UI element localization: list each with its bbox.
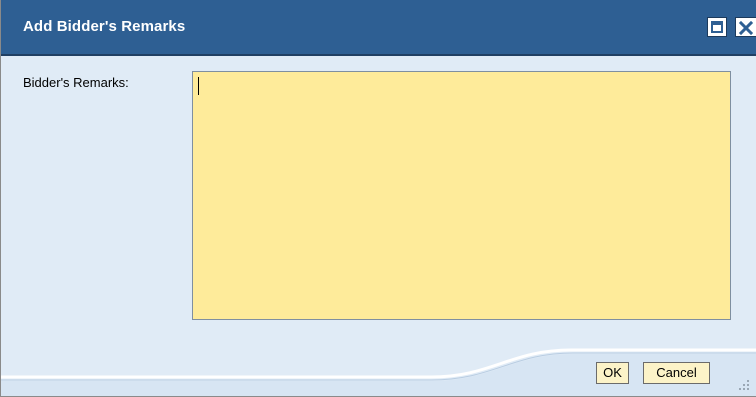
resize-grip-icon[interactable] (736, 378, 752, 392)
cancel-button[interactable]: Cancel (643, 362, 710, 384)
close-button[interactable] (735, 17, 756, 37)
dialog-title: Add Bidder's Remarks (23, 18, 186, 35)
maximize-icon (711, 21, 723, 33)
close-icon (738, 20, 754, 36)
dialog-titlebar[interactable]: Add Bidder's Remarks (1, 0, 756, 56)
remarks-textarea[interactable] (192, 71, 731, 320)
text-cursor (198, 77, 199, 95)
remarks-label: Bidder's Remarks: (23, 75, 129, 90)
ok-button[interactable]: OK (596, 362, 629, 384)
maximize-button[interactable] (707, 17, 727, 37)
add-remarks-dialog: Add Bidder's Remarks Bidder's Remarks: O… (0, 0, 756, 397)
